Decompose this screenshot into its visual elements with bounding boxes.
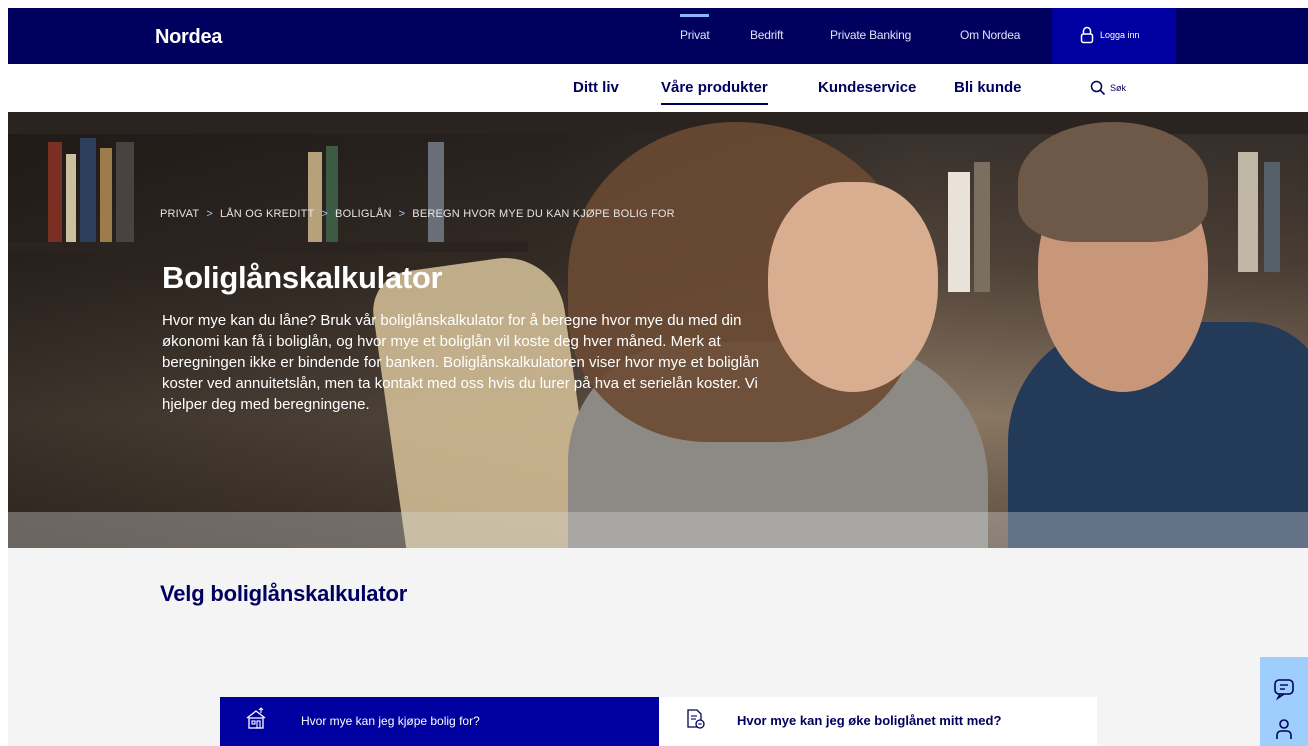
search-icon: [1090, 80, 1106, 96]
nav-bli-kunde[interactable]: Bli kunde: [954, 79, 1022, 96]
breadcrumb-lan-og-kreditt[interactable]: LÅN OG KREDITT: [220, 208, 314, 220]
calculator-option-buy-home[interactable]: Hvor mye kan jeg kjøpe bolig for?: [220, 697, 660, 746]
nav-kundeservice[interactable]: Kundeservice: [818, 79, 916, 96]
login-button[interactable]: Logga inn: [1052, 8, 1176, 64]
top-nav-om-nordea[interactable]: Om Nordea: [960, 28, 1020, 42]
breadcrumb-separator-icon: >: [206, 208, 213, 220]
page: Nordea Privat Bedrift Private Banking Om…: [8, 8, 1308, 746]
top-bar: Nordea Privat Bedrift Private Banking Om…: [8, 8, 1308, 64]
login-label: Logga inn: [1100, 30, 1140, 40]
search-label: Søk: [1110, 83, 1127, 93]
breadcrumb-current: BEREGN HVOR MYE DU KAN KJØPE BOLIG FOR: [412, 208, 675, 220]
breadcrumb-separator-icon: >: [398, 208, 406, 220]
person-icon[interactable]: [1272, 717, 1296, 741]
breadcrumb-separator-icon: >: [321, 208, 329, 220]
help-widget: [1260, 657, 1308, 746]
top-nav-bedrift[interactable]: Bedrift: [750, 28, 783, 42]
page-title: Boliglånskalkulator: [162, 260, 443, 295]
house-icon: [246, 707, 266, 729]
breadcrumb-privat[interactable]: PRIVAT: [160, 208, 199, 220]
nordea-logo[interactable]: Nordea: [155, 26, 222, 49]
calculator-option-increase-loan[interactable]: Hvor mye kan jeg øke boliglånet mitt med…: [659, 697, 1097, 746]
calculator-option-label: Hvor mye kan jeg kjøpe bolig for?: [301, 714, 480, 728]
section-title: Velg boliglånskalkulator: [160, 581, 408, 606]
breadcrumb: PRIVAT > LÅN OG KREDITT > BOLIGLÅN > BEREGN HV…: [160, 208, 675, 220]
top-nav-privat[interactable]: Privat: [680, 14, 710, 42]
hero-description: Hvor mye kan du låne? Bruk vår boliglåns…: [162, 312, 760, 413]
document-icon: [687, 709, 705, 729]
calculator-option-label: Hvor mye kan jeg øke boliglånet mitt med…: [737, 713, 1002, 728]
breadcrumb-boliglan[interactable]: BOLIGLÅN: [335, 208, 392, 220]
nav-ditt-liv[interactable]: Ditt liv: [573, 79, 619, 96]
top-nav-private-banking[interactable]: Private Banking: [830, 28, 911, 42]
lock-icon: [1080, 26, 1094, 44]
hero-banner: PRIVAT > LÅN OG KREDITT > BOLIGLÅN > BEREGN HV…: [8, 112, 1308, 548]
nav-vare-produkter[interactable]: Våre produkter: [661, 79, 768, 105]
chat-icon[interactable]: [1272, 677, 1296, 701]
main-nav: Ditt liv Våre produkter Kundeservice Bli…: [8, 64, 1308, 112]
